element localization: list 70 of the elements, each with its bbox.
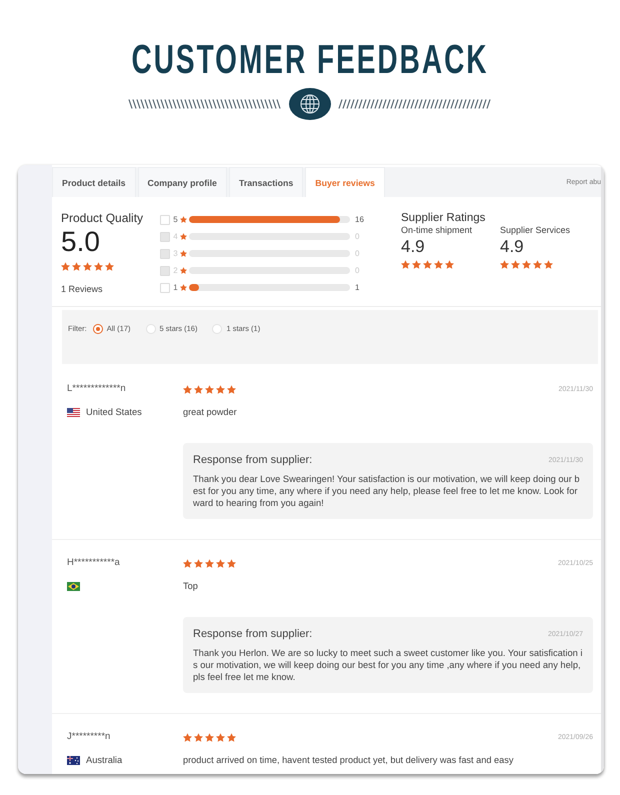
tab[interactable]: Transactions [228, 167, 304, 197]
star-icon [227, 384, 236, 394]
star-icon [401, 260, 410, 269]
review-comment: Top [183, 580, 199, 592]
star-icon [180, 216, 187, 223]
star-icon [412, 260, 421, 269]
product-quality-title: Product Quality [61, 211, 144, 225]
star-icon [105, 262, 114, 271]
response-text: Thank you dear Love Swearingen! Your satisfaction is our motivation, we will keep doing our best for you any time, any where if you need any help, please feel free to let me know. Look forward to hearing from you again! [193, 473, 581, 509]
star-icon [83, 262, 92, 271]
checkbox[interactable] [160, 282, 170, 292]
star-icon [205, 558, 214, 568]
star-icon [216, 732, 225, 742]
review-comment: product arrived on time, havent tested product yet, but delivery was fast and easy [183, 754, 514, 766]
star-icon [180, 267, 187, 274]
brazil-flag-icon [67, 582, 80, 590]
us-flag-icon [67, 408, 80, 416]
reviewer-name: H***********a [67, 557, 121, 569]
star-icon [423, 260, 432, 269]
star-icon [183, 558, 192, 568]
checkbox[interactable] [160, 214, 170, 224]
star-icon [180, 250, 187, 257]
rating-score: 4.9 [500, 237, 524, 257]
star-icon [227, 558, 236, 568]
review-comment: great powder [183, 406, 238, 418]
star-icon [183, 384, 192, 394]
star-icon [511, 260, 520, 269]
star-icon [183, 732, 192, 742]
star-level-label: 1 [172, 283, 179, 292]
star-icon [445, 260, 454, 269]
response-title: Response from supplier: [193, 454, 312, 466]
star-icon [216, 384, 225, 394]
star-icon [533, 260, 542, 269]
star-icon [194, 732, 203, 742]
radio-button[interactable] [92, 324, 103, 334]
star-icon [180, 284, 187, 291]
rating-label: Supplier Services [500, 225, 570, 236]
star-icon [216, 558, 225, 568]
star-icon [61, 262, 70, 271]
star-icon [94, 262, 103, 271]
reviews-count: 1 Reviews [61, 284, 103, 295]
star-icon [180, 233, 187, 240]
star-icon [434, 260, 443, 269]
star-icon [194, 384, 203, 394]
reviewer-name: L*************n [67, 383, 127, 395]
star-level-label: 5 [172, 215, 179, 224]
rating-count: 1 [355, 283, 360, 292]
globe-icon [289, 88, 331, 120]
quality-score: 5.0 [61, 227, 100, 257]
australia-flag-icon [67, 756, 80, 764]
tab[interactable]: Product details [52, 167, 136, 197]
country-name: United States [86, 407, 142, 417]
tab[interactable]: Company profile [138, 167, 227, 197]
reviewer-name: J*********n [67, 731, 112, 743]
star-icon [227, 732, 236, 742]
star-icon [205, 384, 214, 394]
country-name: Australia [86, 755, 122, 765]
star-icon [500, 260, 509, 269]
star-icon [544, 260, 553, 269]
response-text: Thank you Herlon. We are so lucky to meet such a sweet customer like you. Your satisfication is our motivation, we will keep doing our best for you any time ,any where if you need any help, pls feel free let me know. [193, 647, 583, 683]
star-icon [522, 260, 531, 269]
page-title: CUSTOMER FEEDBACK [131, 40, 489, 80]
star-icon [194, 558, 203, 568]
response-title: Response from supplier: [193, 628, 312, 640]
rating-count: 16 [355, 215, 364, 224]
star-icon [72, 262, 81, 271]
rating-score: 4.9 [401, 237, 425, 257]
rating-label: On-time shipment [401, 225, 472, 236]
supplier-ratings-title: Supplier Ratings [401, 211, 486, 225]
star-icon [205, 732, 214, 742]
